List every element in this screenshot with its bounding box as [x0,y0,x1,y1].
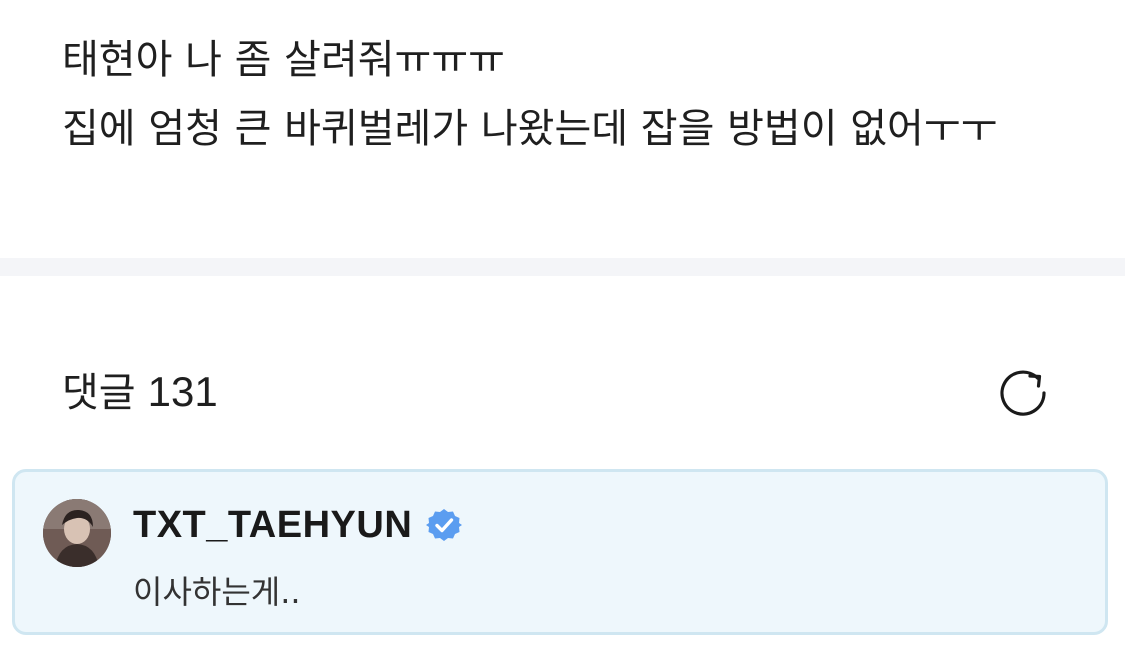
refresh-button[interactable] [992,362,1054,424]
verified-badge-icon [426,507,463,543]
author-row: TXT_TAEHYUN [133,500,463,550]
comments-label: 댓글 [62,370,136,416]
refresh-icon [1000,370,1046,416]
comments-count: 131 [147,368,218,415]
comment-card[interactable]: TXT_TAEHYUN 이사하는게.. [12,469,1108,635]
post-body: 태현아 나 좀 살려줘ㅠㅠㅠ 집에 엄청 큰 바퀴벌레가 나왔는데 잡을 방법이… [62,37,998,152]
author-name[interactable]: TXT_TAEHYUN [133,504,412,547]
avatar[interactable] [43,499,111,567]
comment-text: 이사하는게.. [133,573,301,611]
section-divider [0,258,1125,276]
comments-header: 댓글 131 [62,364,218,421]
